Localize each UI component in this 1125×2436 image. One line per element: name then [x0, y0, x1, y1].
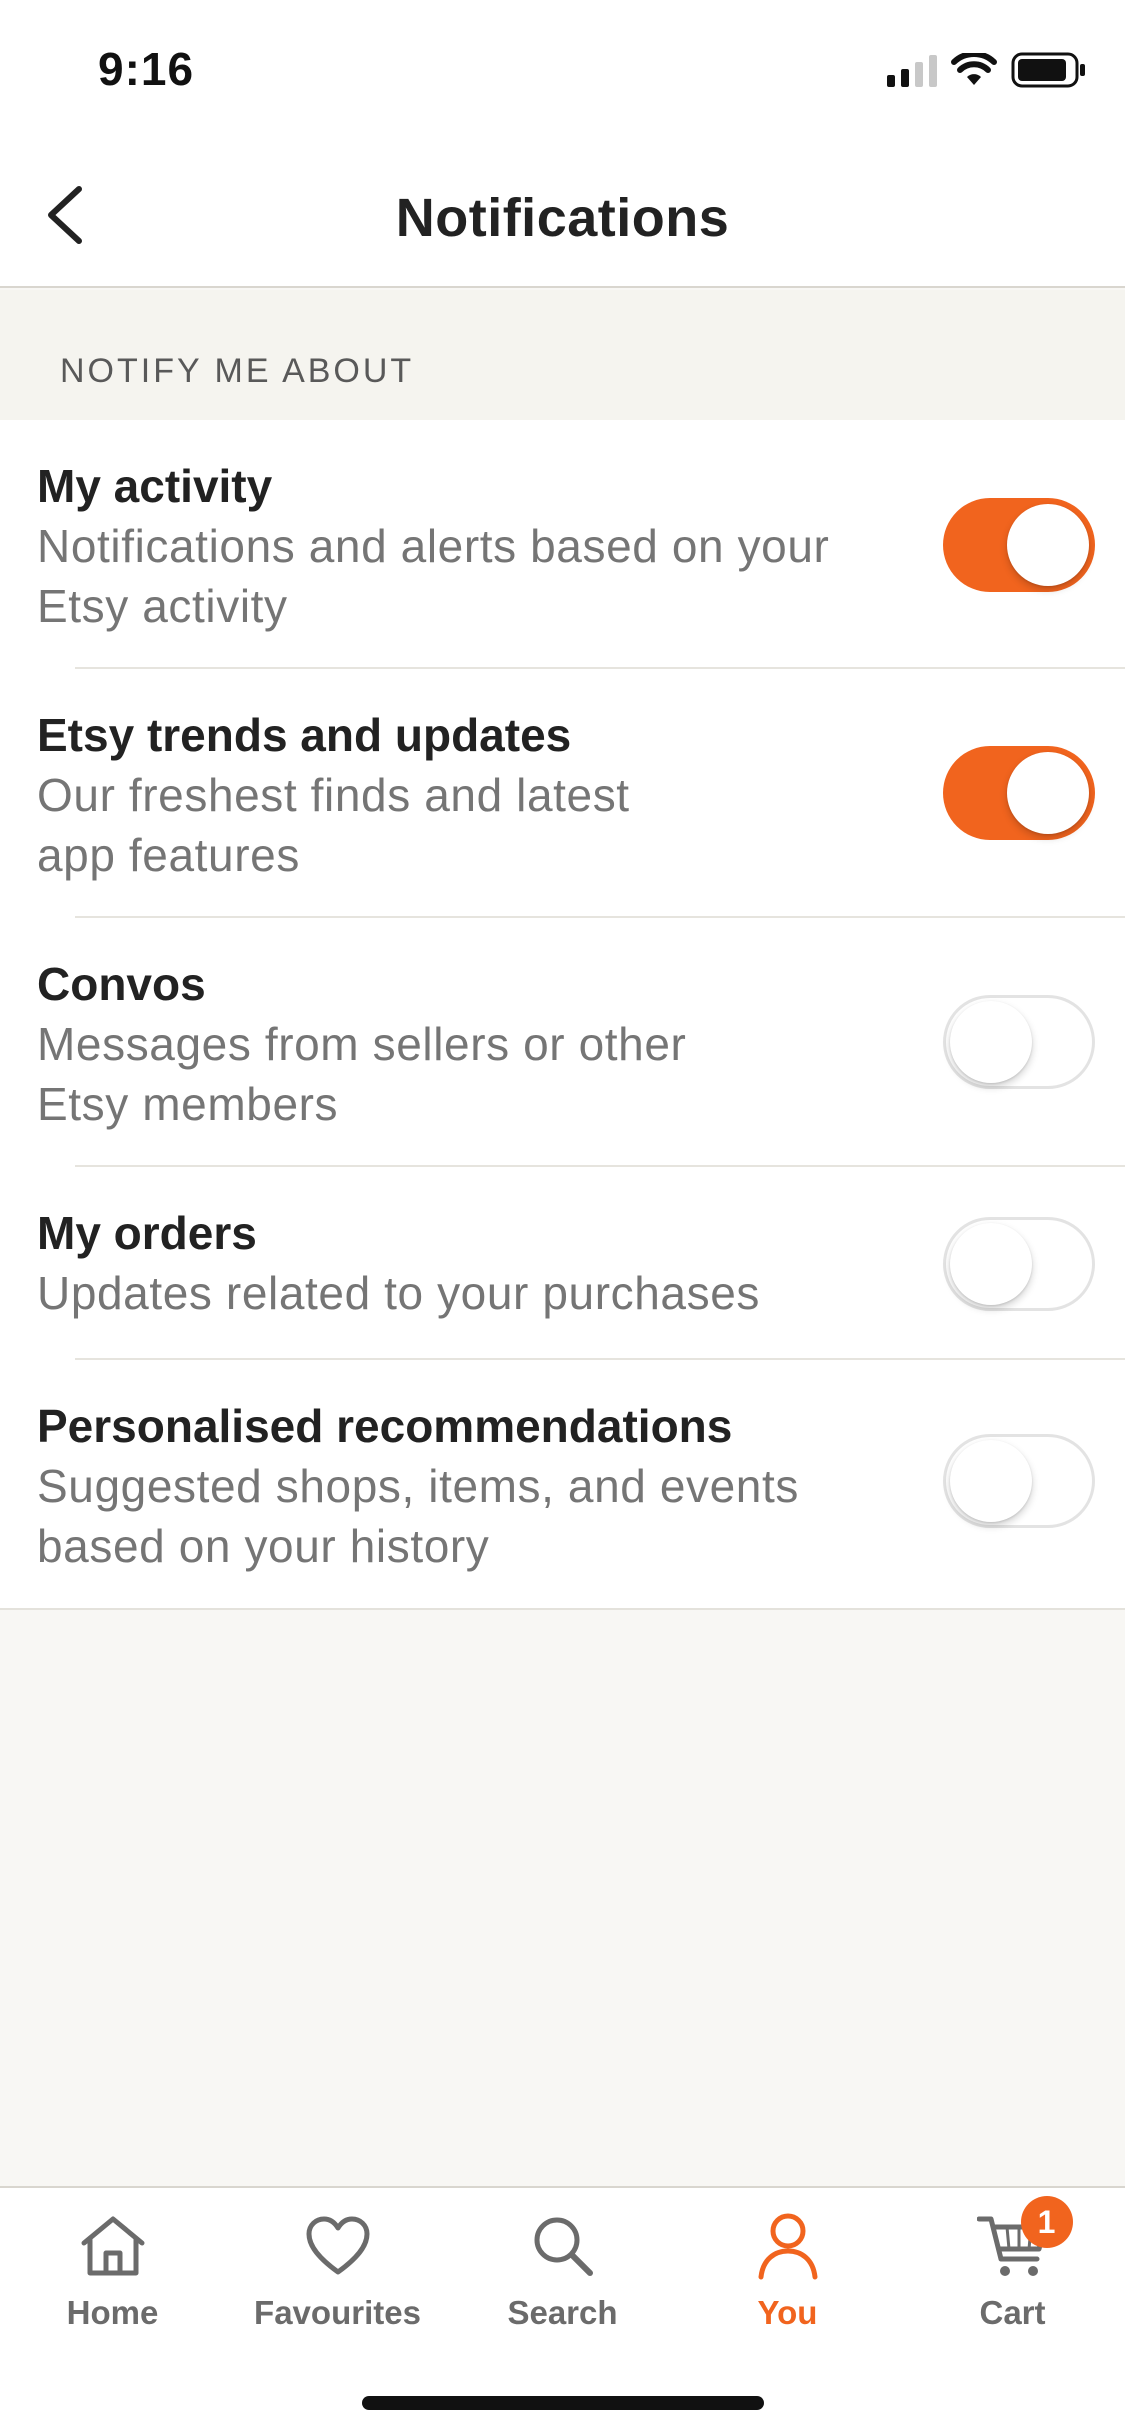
status-icons — [887, 50, 1087, 90]
cart-count-badge: 1 — [1020, 2196, 1073, 2248]
wifi-icon — [951, 53, 997, 85]
tab-label: Favourites — [254, 2294, 421, 2331]
tab-search[interactable]: Search — [450, 2206, 675, 2346]
setting-description: Etsy members — [37, 1078, 339, 1130]
setting-title: My activity — [37, 460, 273, 512]
setting-row-my-activity: My activity Notifications and alerts bas… — [0, 420, 1125, 669]
setting-description: app features — [37, 829, 300, 881]
status-time: 9:16 — [98, 43, 195, 95]
toggle-knob — [950, 1223, 1032, 1305]
tab-label: Home — [66, 2294, 159, 2331]
convos-toggle[interactable] — [943, 995, 1095, 1089]
cellular-signal-icon — [887, 53, 937, 87]
toggle-knob — [950, 1001, 1032, 1083]
cart-icon: 1 — [973, 2196, 1073, 2286]
setting-description: Our freshest finds and latest — [37, 769, 630, 821]
setting-description: Notifications and alerts based on your — [37, 520, 830, 572]
notification-settings-list: My activity Notifications and alerts bas… — [0, 420, 1125, 1610]
setting-title: Personalised recommendations — [37, 1400, 733, 1452]
tab-label: You — [757, 2294, 818, 2331]
setting-row-convos: Convos Messages from sellers or other Et… — [0, 918, 1125, 1167]
setting-title: Etsy trends and updates — [37, 709, 572, 761]
setting-row-my-orders: My orders Updates related to your purcha… — [0, 1167, 1125, 1360]
setting-title: My orders — [37, 1207, 257, 1259]
toggle-knob — [1007, 504, 1089, 586]
tab-label: Search — [507, 2294, 618, 2331]
setting-row-etsy-trends: Etsy trends and updates Our freshest fin… — [0, 669, 1125, 918]
page-title: Notifications — [395, 188, 730, 248]
my-activity-toggle[interactable] — [943, 498, 1095, 592]
section-header: NOTIFY ME ABOUT — [0, 290, 1125, 420]
home-indicator — [362, 2396, 764, 2410]
toggle-knob — [950, 1440, 1032, 1522]
tab-favourites[interactable]: Favourites — [225, 2206, 450, 2346]
tab-cart[interactable]: 1 Cart — [900, 2196, 1125, 2346]
personalised-recommendations-toggle[interactable] — [943, 1434, 1095, 1528]
setting-title: Convos — [37, 958, 206, 1010]
setting-description: based on your history — [37, 1520, 490, 1572]
home-icon — [73, 2206, 153, 2286]
search-icon — [523, 2206, 603, 2286]
setting-description: Suggested shops, items, and events — [37, 1460, 799, 1512]
setting-description: Etsy activity — [37, 580, 288, 632]
setting-row-personalised-recommendations: Personalised recommendations Suggested s… — [0, 1360, 1125, 1608]
etsy-trends-toggle[interactable] — [943, 746, 1095, 840]
person-icon — [748, 2206, 828, 2286]
tab-home[interactable]: Home — [0, 2206, 225, 2346]
navigation-header: Notifications — [0, 135, 1125, 288]
toggle-knob — [1007, 752, 1089, 834]
setting-description: Messages from sellers or other — [37, 1018, 687, 1070]
setting-description: Updates related to your purchases — [37, 1267, 760, 1319]
tab-you[interactable]: You — [675, 2206, 900, 2346]
heart-icon — [298, 2206, 378, 2286]
status-bar: 9:16 — [0, 0, 1125, 135]
section-header-label: NOTIFY ME ABOUT — [60, 352, 415, 390]
my-orders-toggle[interactable] — [943, 1217, 1095, 1311]
tab-label: Cart — [979, 2294, 1046, 2331]
battery-icon — [1011, 52, 1085, 88]
